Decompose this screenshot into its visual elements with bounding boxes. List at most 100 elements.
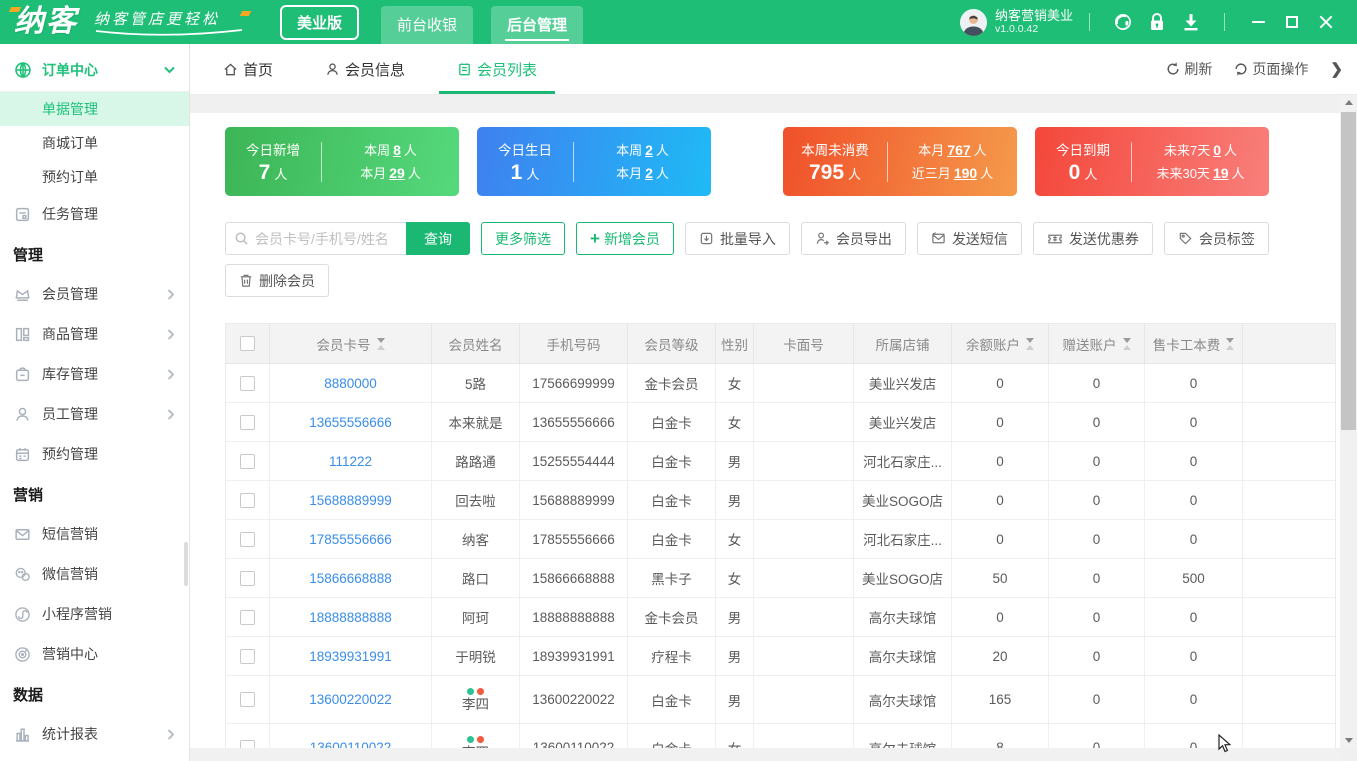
row-checkbox[interactable]	[240, 453, 255, 469]
member-card-no-link[interactable]: 15688889999	[309, 493, 392, 508]
member-card-no-link[interactable]: 13600110022	[310, 740, 392, 748]
customer-service-icon[interactable]	[1106, 12, 1140, 32]
row-checkbox[interactable]	[240, 531, 255, 547]
sidebar-item-order-docs[interactable]: 单据管理	[0, 92, 189, 126]
member-level-cell: 疗程卡	[628, 637, 716, 676]
sidebar-item-statistics-report[interactable]: 统计报表	[0, 714, 189, 754]
scroll-down-arrow[interactable]	[1340, 733, 1357, 748]
nav-backend-manage[interactable]: 后台管理	[491, 6, 584, 44]
member-level-cell: 白金卡	[628, 481, 716, 520]
row-checkbox[interactable]	[240, 740, 255, 748]
sidebar-item-wechat-marketing[interactable]: 微信营销	[0, 554, 189, 594]
card-fee-cell: 500	[1145, 559, 1243, 598]
mail-icon	[14, 525, 32, 543]
row-checkbox[interactable]	[240, 375, 255, 391]
balance-cell: 50	[952, 559, 1049, 598]
col-header-card-fee[interactable]: 售卡工本费	[1145, 324, 1243, 364]
refresh-button[interactable]: 刷新	[1166, 59, 1212, 79]
member-card-no-link[interactable]: 18939931991	[309, 649, 392, 664]
window-maximize-button[interactable]	[1275, 7, 1309, 37]
sidebar-item-stock-manage[interactable]: 库存管理	[0, 354, 189, 394]
member-card-no-link[interactable]: 15866668888	[309, 571, 392, 586]
lock-icon[interactable]	[1140, 12, 1174, 32]
stock-box-icon	[14, 365, 32, 383]
member-tag-button[interactable]: 会员标签	[1163, 222, 1269, 255]
user-account[interactable]: 纳客营销美业 v1.0.0.42	[959, 7, 1073, 36]
col-header-extra	[1243, 324, 1335, 364]
row-checkbox[interactable]	[240, 609, 255, 625]
member-card-no-link[interactable]: 13655556666	[309, 415, 392, 430]
sidebar-item-order-center[interactable]: 订单中心	[0, 48, 189, 92]
search-input[interactable]: 会员卡号/手机号/姓名	[225, 222, 406, 255]
select-all-checkbox[interactable]	[240, 336, 255, 351]
sidebar-item-booking-manage[interactable]: 预约管理	[0, 434, 189, 474]
download-icon[interactable]	[1174, 12, 1208, 32]
balance-cell: 0	[952, 520, 1049, 559]
tab-home[interactable]: 首页	[223, 44, 273, 94]
sidebar-item-mall-orders[interactable]: 商城订单	[0, 126, 189, 160]
vertical-scrollbar-thumb[interactable]	[1341, 112, 1356, 430]
sidebar-item-goods-manage[interactable]: 商品管理	[0, 314, 189, 354]
sidebar-scrollbar-thumb[interactable]	[184, 542, 188, 586]
balance-cell: 20	[952, 637, 1049, 676]
add-member-button[interactable]: + 新增会员	[576, 222, 674, 255]
top-header-bar: 纳客 纳客管店更轻松 美业版 前台收银 后台管理 纳客营销美业 v1.0.0.4…	[0, 0, 1357, 44]
search-button[interactable]: 查询	[406, 222, 470, 255]
edition-button[interactable]: 美业版	[280, 4, 360, 40]
row-checkbox[interactable]	[240, 648, 255, 664]
window-close-button[interactable]	[1309, 7, 1343, 37]
col-header-balance[interactable]: 余额账户	[952, 324, 1049, 364]
more-filter-button[interactable]: 更多筛选	[481, 222, 565, 255]
col-header-card-no[interactable]: 会员卡号	[270, 324, 432, 364]
batch-import-button[interactable]: 批量导入	[684, 222, 790, 255]
sidebar-item-marketing-center[interactable]: 营销中心	[0, 634, 189, 674]
send-sms-button[interactable]: 发送短信	[916, 222, 1022, 255]
tab-member-info[interactable]: 会员信息	[325, 44, 405, 94]
member-gender-cell: 男	[716, 598, 754, 637]
delete-member-button[interactable]: 删除会员	[225, 264, 329, 297]
sidebar-item-miniprogram-marketing[interactable]: 小程序营销	[0, 594, 189, 634]
extra-cell	[1243, 442, 1335, 481]
member-card-no-link[interactable]: 18888888888	[309, 610, 392, 625]
member-phone-cell: 13655556666	[520, 403, 628, 442]
member-store-cell: 高尔夫球馆	[854, 724, 952, 748]
vertical-scrollbar[interactable]	[1340, 95, 1357, 748]
member-phone-cell: 17566699999	[520, 364, 628, 403]
col-header-gift[interactable]: 赠送账户	[1049, 324, 1145, 364]
horizontal-scrollbar[interactable]	[190, 748, 1340, 761]
member-card-no-link[interactable]: 8880000	[324, 376, 377, 391]
nav-front-cashier[interactable]: 前台收银	[381, 6, 474, 44]
member-name-cell: 路口	[432, 559, 520, 598]
chevron-right-icon	[167, 368, 175, 380]
extra-cell	[1243, 724, 1335, 748]
user-name: 纳客营销美业	[994, 7, 1073, 23]
card-fee-cell: 0	[1145, 598, 1243, 637]
stat-card-expire-today: 今日到期 0人 未来7天 0 人 未来30天 19 人	[1035, 127, 1269, 196]
avatar	[959, 8, 987, 36]
window-minimize-button[interactable]	[1241, 7, 1275, 37]
row-checkbox[interactable]	[240, 570, 255, 586]
sidebar-item-staff-manage[interactable]: 员工管理	[0, 394, 189, 434]
row-checkbox[interactable]	[240, 692, 255, 707]
sidebar-item-task-manage[interactable]: 任务管理	[0, 194, 189, 234]
sidebar-item-sms-marketing[interactable]: 短信营销	[0, 514, 189, 554]
gift-cell: 0	[1049, 559, 1145, 598]
export-person-icon	[815, 231, 830, 246]
sidebar-item-booking-orders[interactable]: 预约订单	[0, 160, 189, 194]
sidebar-item-member-manage[interactable]: 会员管理	[0, 274, 189, 314]
send-coupon-button[interactable]: 发送优惠券	[1032, 222, 1153, 255]
member-export-button[interactable]: 会员导出	[800, 222, 906, 255]
member-card-no-link[interactable]: 111222	[329, 454, 372, 469]
import-icon	[699, 231, 714, 246]
page-actions-expand-chevron[interactable]: ❯	[1330, 60, 1343, 78]
member-card-no-link[interactable]: 13600220022	[309, 692, 392, 707]
page-actions-button[interactable]: 页面操作	[1234, 59, 1308, 79]
row-checkbox[interactable]	[240, 492, 255, 508]
card-fee-cell: 0	[1145, 481, 1243, 520]
member-gender-cell: 女	[716, 559, 754, 598]
row-checkbox[interactable]	[240, 414, 255, 430]
member-card-no-link[interactable]: 17855556666	[309, 532, 392, 547]
member-name-cell: 本来就是	[432, 403, 520, 442]
scroll-up-arrow[interactable]	[1340, 95, 1357, 110]
tab-member-list[interactable]: 会员列表	[439, 44, 556, 94]
